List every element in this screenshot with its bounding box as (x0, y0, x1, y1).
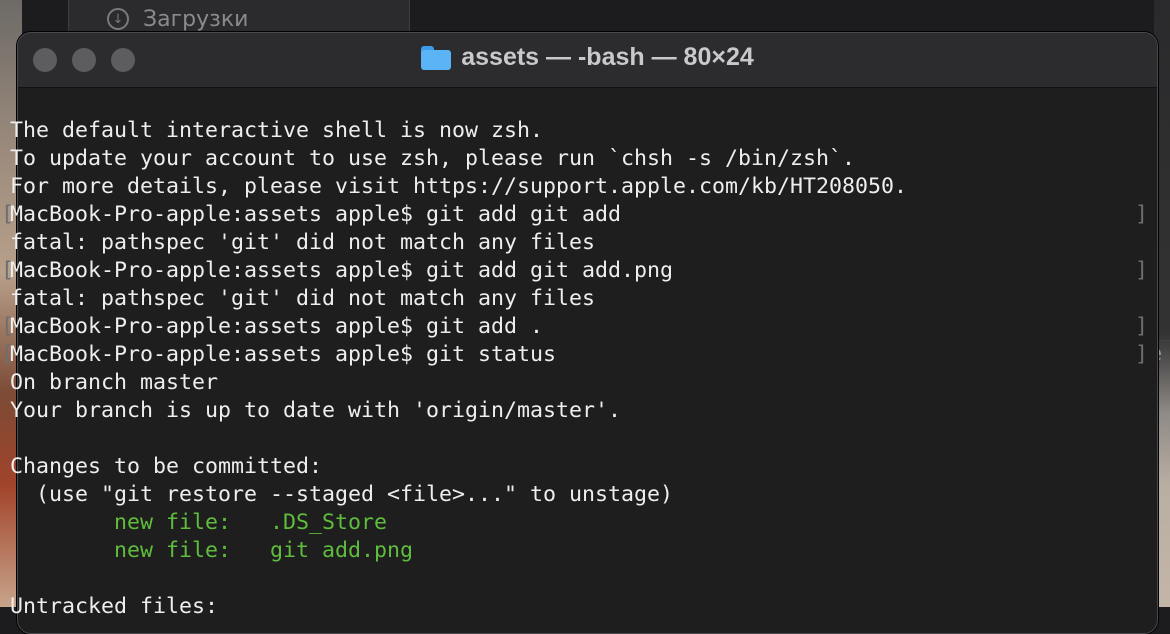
terminal-line: (use "git restore --staged <file>..." to… (10, 481, 1170, 509)
prompt-line: MacBook-Pro-apple:assets apple$ git add … (10, 258, 674, 283)
mark-bracket-right: ] (1135, 258, 1149, 283)
terminal-line: The default interactive shell is now zsh… (10, 117, 1170, 145)
mark-bracket-left: [ (1, 258, 15, 283)
terminal-line: new file: .DS_Store (10, 509, 1170, 537)
window-title-text: assets — -bash — 80×24 (461, 43, 754, 71)
terminal-line: MacBook-Pro-apple:assets apple$ git add … (1, 313, 1170, 341)
output-text: fatal: pathspec 'git' did not match any … (10, 230, 596, 255)
folder-icon (421, 45, 452, 70)
terminal-line: MacBook-Pro-apple:assets apple$ git add … (1, 201, 1170, 229)
terminal-line: fatal: pathspec 'git' did not match any … (10, 285, 1170, 313)
mark-bracket-left: [ (1, 202, 15, 227)
terminal-line: Changes to be committed: (10, 453, 1170, 481)
staged-file-line: new file: .DS_Store (10, 510, 388, 535)
mark-bracket-right: ] (1135, 342, 1149, 367)
staged-file-line: new file: git add.png (10, 538, 414, 563)
title-bar[interactable]: assets — -bash — 80×24 (18, 33, 1157, 88)
output-text: On branch master (10, 370, 219, 395)
mark-bracket-right: ] (1135, 314, 1149, 339)
output-text: Changes to be committed: (10, 454, 323, 479)
output-text: fatal: pathspec 'git' did not match any … (10, 286, 596, 311)
prompt-line: MacBook-Pro-apple:assets apple$ git add … (10, 202, 622, 227)
sidebar-item-downloads[interactable]: ↓ Загрузки (107, 4, 248, 34)
window-title: assets — -bash — 80×24 (18, 43, 1157, 72)
prompt-line: MacBook-Pro-apple:assets apple$ git add … (10, 314, 544, 339)
terminal-output[interactable]: The default interactive shell is now zsh… (1, 89, 1170, 621)
output-text: To update your account to use zsh, pleas… (10, 146, 856, 171)
download-icon: ↓ (107, 8, 129, 30)
output-text: Your branch is up to date with 'origin/m… (10, 398, 622, 423)
terminal-line: On branch master (10, 369, 1170, 397)
sidebar-item-label: Загрузки (143, 6, 249, 32)
terminal-line: To update your account to use zsh, pleas… (10, 145, 1170, 173)
terminal-line: Your branch is up to date with 'origin/m… (10, 397, 1170, 425)
terminal-line: new file: git add.png (10, 537, 1170, 565)
mark-bracket-left: [ (1, 314, 15, 339)
output-text: (use "git restore --staged <file>..." to… (10, 482, 674, 507)
terminal-line: MacBook-Pro-apple:assets apple$ git add … (1, 257, 1170, 285)
mark-bracket-right: ] (1135, 202, 1149, 227)
output-text: The default interactive shell is now zsh… (10, 118, 544, 143)
terminal-line: fatal: pathspec 'git' did not match any … (10, 229, 1170, 257)
terminal-line: MacBook-Pro-apple:assets apple$ git stat… (1, 341, 1170, 369)
prompt-line: MacBook-Pro-apple:assets apple$ git stat… (10, 342, 557, 367)
output-text: For more details, please visit https://s… (10, 174, 908, 199)
terminal-line: For more details, please visit https://s… (10, 173, 1170, 201)
mark-bracket-left: [ (1, 342, 15, 367)
terminal-line: Untracked files: (10, 593, 1170, 621)
